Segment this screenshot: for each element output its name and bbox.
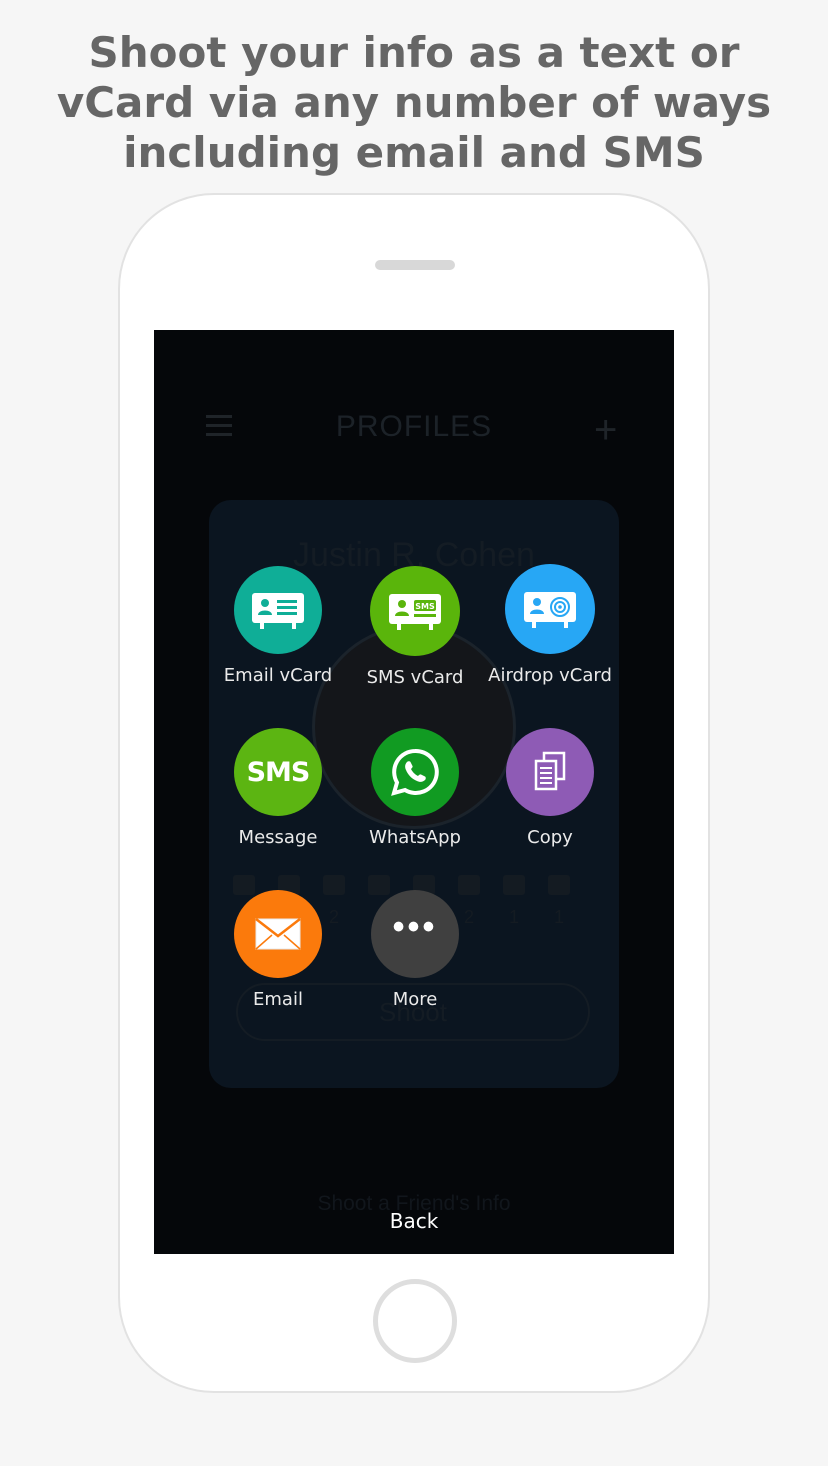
headline-line-2: vCard via any number of ways <box>56 78 772 127</box>
copy-icon <box>506 728 594 816</box>
share-option-airdrop-vcard[interactable]: Airdrop vCard <box>480 564 620 686</box>
share-option-email[interactable]: Email <box>208 890 348 1010</box>
share-option-label: More <box>392 989 438 1010</box>
sms-icon-text: SMS <box>246 756 311 788</box>
home-button[interactable] <box>373 1279 457 1363</box>
share-option-whatsapp[interactable]: WhatsApp <box>345 728 485 848</box>
share-option-sms-vcard[interactable]: SMS SMS vCard <box>345 566 485 688</box>
airdrop-vcard-icon <box>505 564 595 654</box>
share-option-label: Copy <box>527 827 573 848</box>
share-option-label: Email <box>253 989 303 1010</box>
more-icon: ••• <box>371 890 459 978</box>
headline-line-3: including email and SMS <box>123 128 705 177</box>
share-option-more[interactable]: ••• More <box>345 890 485 1010</box>
share-option-label: Email vCard <box>223 665 333 686</box>
envelope-icon <box>234 890 322 978</box>
share-option-label: WhatsApp <box>369 827 461 848</box>
more-icon-dots: ••• <box>392 908 438 946</box>
share-option-label: SMS vCard <box>366 667 464 688</box>
sms-icon: SMS <box>234 728 322 816</box>
stat-count: 1 <box>508 907 519 927</box>
share-option-copy[interactable]: Copy <box>480 728 620 848</box>
share-option-message[interactable]: SMS Message <box>208 728 348 848</box>
share-option-label: Message <box>238 827 318 848</box>
add-profile-icon: + <box>594 408 618 452</box>
stat-note: 1 <box>544 875 574 929</box>
sms-vcard-icon: SMS <box>370 566 460 656</box>
whatsapp-icon <box>371 728 459 816</box>
phone-speaker <box>375 260 455 270</box>
phone-screen: PROFILES + Justin R. Cohen 2 2 2 2 1 1 S… <box>154 330 674 1254</box>
stat-count: 1 <box>553 907 564 927</box>
stat-calendar: 1 <box>499 875 529 929</box>
headline: Shoot your info as a text or vCard via a… <box>0 28 828 178</box>
email-vcard-icon <box>234 566 322 654</box>
share-option-email-vcard[interactable]: Email vCard <box>208 566 348 686</box>
back-button[interactable]: Back <box>154 1209 674 1233</box>
headline-line-1: Shoot your info as a text or <box>88 28 740 77</box>
share-option-label: Airdrop vCard <box>488 665 612 686</box>
svg-text:SMS: SMS <box>415 602 435 611</box>
